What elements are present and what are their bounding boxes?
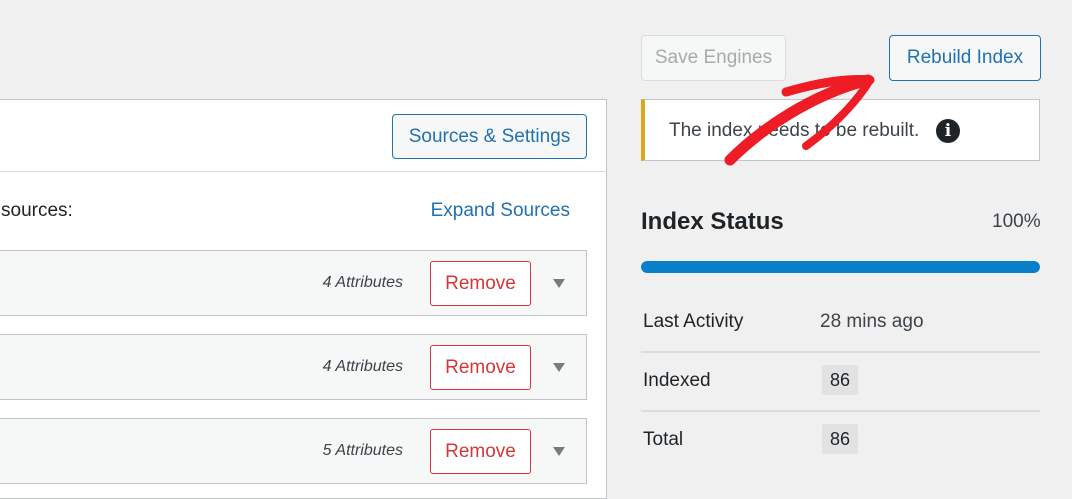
source-row: 5 Attributes Remove (0, 418, 587, 484)
chevron-down-icon[interactable] (553, 363, 565, 372)
index-status-title: Index Status (641, 208, 784, 235)
chevron-down-icon[interactable] (553, 279, 565, 288)
source-row: 4 Attributes Remove (0, 334, 587, 400)
info-icon[interactable]: i (936, 119, 960, 143)
index-progress-fill (641, 261, 1040, 273)
index-status-percent: 100% (992, 211, 1041, 232)
panel-divider (0, 171, 606, 172)
attribute-count: 5 Attributes (322, 442, 403, 459)
rebuild-index-button[interactable]: Rebuild Index (889, 35, 1041, 81)
rebuild-notice: The index needs to be rebuilt. i (641, 99, 1040, 161)
stat-badge: 86 (822, 365, 859, 395)
attribute-count: 4 Attributes (322, 274, 403, 291)
stat-label: Total (643, 429, 684, 450)
stat-row-total: Total 86 (641, 410, 1040, 469)
expand-sources-link[interactable]: Expand Sources (431, 200, 570, 222)
remove-source-button[interactable]: Remove (430, 261, 531, 306)
stat-label: Last Activity (643, 311, 744, 332)
remove-source-button[interactable]: Remove (430, 345, 531, 390)
sources-label: sources: (1, 200, 73, 221)
stat-value: 28 mins ago (820, 311, 924, 332)
chevron-down-icon[interactable] (553, 447, 565, 456)
stat-row-indexed: Indexed 86 (641, 351, 1040, 412)
sources-settings-button[interactable]: Sources & Settings (392, 114, 587, 159)
attribute-count: 4 Attributes (322, 358, 403, 375)
stat-label: Indexed (643, 370, 711, 391)
engine-panel: Sources & Settings sources: Expand Sourc… (0, 99, 607, 499)
stat-badge: 86 (822, 424, 859, 454)
source-row: 4 Attributes Remove (0, 250, 587, 316)
save-engines-button[interactable]: Save Engines (641, 35, 786, 81)
stat-row-last-activity: Last Activity 28 mins ago (641, 292, 1040, 353)
remove-source-button[interactable]: Remove (430, 429, 531, 474)
index-progress-bar (641, 261, 1040, 273)
notice-text: The index needs to be rebuilt. (669, 120, 920, 141)
